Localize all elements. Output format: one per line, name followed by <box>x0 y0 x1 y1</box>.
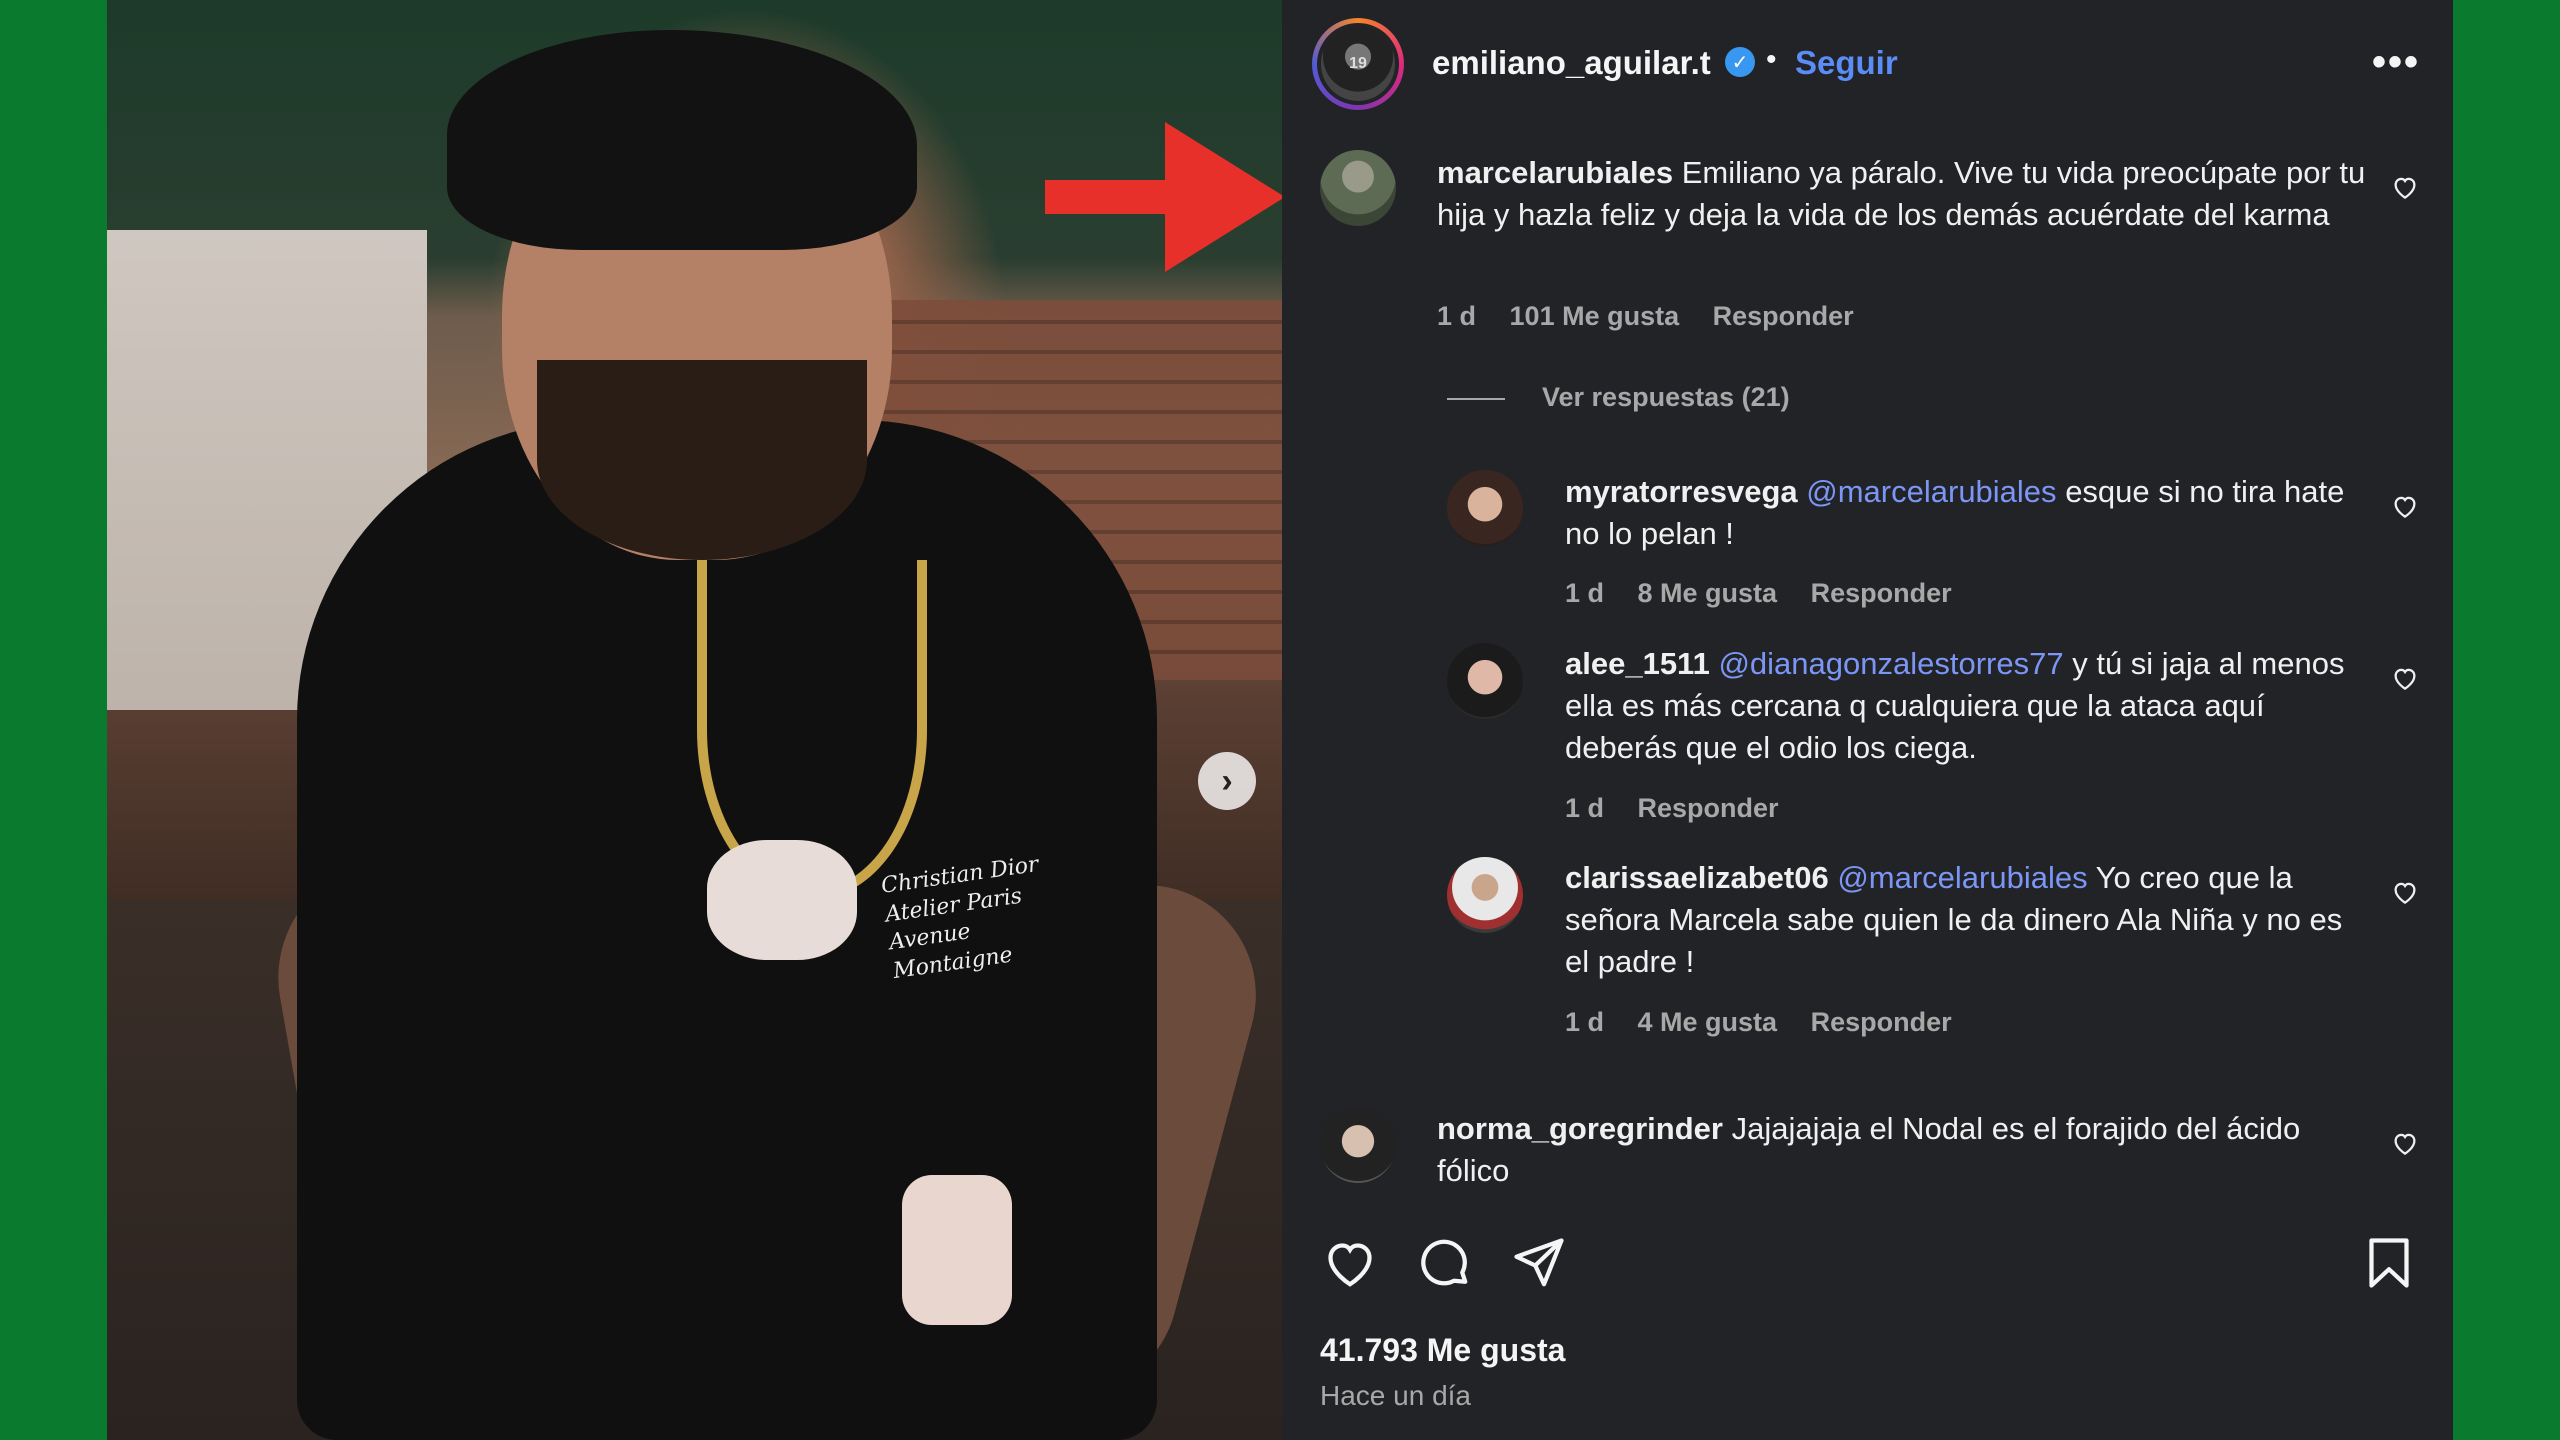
red-arrow-icon <box>1045 122 1285 272</box>
photo-watch <box>902 1175 1012 1325</box>
comment-icon[interactable] <box>1414 1233 1474 1293</box>
view-replies-button[interactable]: Ver respuestas (21) <box>1542 382 1790 413</box>
header-separator: • <box>1766 43 1777 76</box>
comment-username[interactable]: myratorresvega <box>1565 474 1798 509</box>
heart-icon[interactable] <box>2390 663 2420 693</box>
reply-button[interactable]: Responder <box>1713 301 1854 331</box>
comment-meta: 1 d Responder <box>1565 793 1805 824</box>
comment-meta: 1 d 101 Me gusta Responder <box>1437 301 1880 332</box>
heart-icon[interactable] <box>2390 172 2420 202</box>
comment-avatar[interactable] <box>1447 857 1523 933</box>
comment-username[interactable]: alee_1511 <box>1565 646 1710 681</box>
heart-icon[interactable] <box>2390 491 2420 521</box>
follow-button[interactable]: Seguir <box>1795 44 1898 82</box>
comment-text: norma_goregrinder Jajajajaja el Nodal es… <box>1437 1108 2367 1192</box>
comment-username[interactable]: clarissaelizabet06 <box>1565 860 1829 895</box>
comment-mention[interactable]: @marcelarubiales <box>1806 474 2056 509</box>
comment-likes[interactable]: 101 Me gusta <box>1510 301 1680 331</box>
comment-avatar[interactable] <box>1320 150 1396 226</box>
comment-likes[interactable]: 4 Me gusta <box>1638 1007 1778 1037</box>
comment-avatar[interactable] <box>1447 643 1523 719</box>
view-replies-line <box>1447 398 1505 400</box>
comment-time: 1 d <box>1565 1007 1605 1037</box>
comment-text: clarissaelizabet06 @marcelarubiales Yo c… <box>1565 857 2365 983</box>
photo-shirt-print: Christian Dior Atelier Paris Avenue Mont… <box>879 852 1041 984</box>
comment-meta: 1 d 4 Me gusta Responder <box>1565 1007 1978 1038</box>
comment-username[interactable]: marcelarubiales <box>1437 155 1673 190</box>
comment-avatar[interactable] <box>1320 1107 1396 1183</box>
photo-pendant <box>707 840 857 960</box>
verified-icon: ✓ <box>1725 47 1755 77</box>
comment-time: 1 d <box>1565 578 1605 608</box>
more-icon[interactable]: ••• <box>2372 40 2420 85</box>
comment-text: alee_1511 @dianagonzalestorres77 y tú si… <box>1565 643 2365 769</box>
comment-text: marcelarubiales Emiliano ya páralo. Vive… <box>1437 152 2367 236</box>
photo-beard <box>537 360 867 560</box>
heart-icon[interactable] <box>1320 1233 1380 1293</box>
next-photo-button[interactable]: › <box>1198 752 1256 810</box>
comment-time: 1 d <box>1437 301 1477 331</box>
comment-likes[interactable]: 8 Me gusta <box>1638 578 1778 608</box>
comment-username[interactable]: norma_goregrinder <box>1437 1111 1723 1146</box>
comment-meta: 1 d 8 Me gusta Responder <box>1565 578 1978 609</box>
reply-button[interactable]: Responder <box>1811 578 1952 608</box>
comment-mention[interactable]: @marcelarubiales <box>1837 860 2087 895</box>
share-icon[interactable] <box>1509 1233 1569 1293</box>
post-timestamp: Hace un día <box>1320 1380 1471 1411</box>
post-header: 19 emiliano_aguilar.t ✓ • Seguir ••• <box>1282 0 2453 128</box>
comment-mention[interactable]: @dianagonzalestorres77 <box>1718 646 2063 681</box>
comment-time: 1 d <box>1565 793 1605 823</box>
heart-icon[interactable] <box>2390 1128 2420 1158</box>
bookmark-icon[interactable] <box>2359 1233 2419 1293</box>
author-avatar[interactable]: 19 <box>1312 18 1404 110</box>
view-replies-label: Ver respuestas (21) <box>1542 382 1790 412</box>
chevron-right-icon: › <box>1221 762 1233 800</box>
heart-icon[interactable] <box>2390 877 2420 907</box>
post-panel: 19 emiliano_aguilar.t ✓ • Seguir ••• mar… <box>1282 0 2453 1440</box>
reply-button[interactable]: Responder <box>1811 1007 1952 1037</box>
post-likes-count[interactable]: 41.793 Me gusta <box>1320 1332 1565 1369</box>
photo-cap <box>447 30 917 250</box>
comment-text: myratorresvega @marcelarubiales esque si… <box>1565 471 2365 555</box>
comment-avatar[interactable] <box>1447 470 1523 546</box>
author-username[interactable]: emiliano_aguilar.t <box>1432 44 1711 82</box>
reply-button[interactable]: Responder <box>1638 793 1779 823</box>
